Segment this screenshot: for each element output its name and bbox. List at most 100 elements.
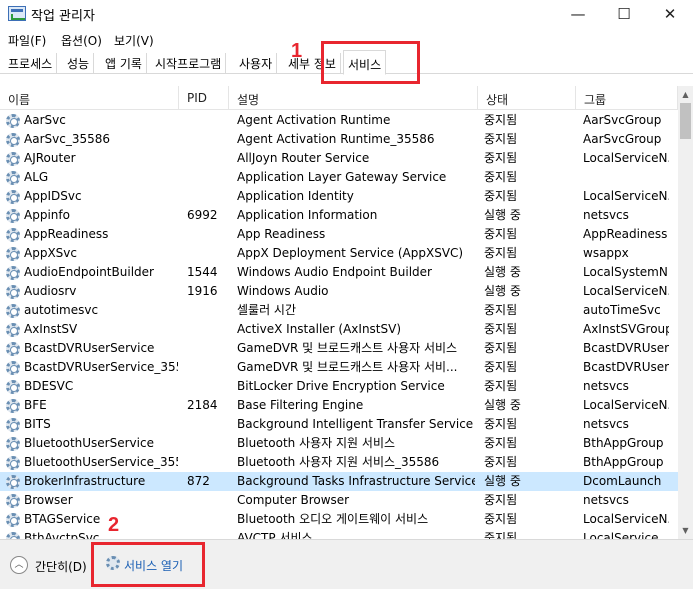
- scroll-up-icon[interactable]: ▲: [678, 86, 693, 103]
- service-name: BluetoothUserService_35586: [24, 455, 178, 469]
- scroll-thumb[interactable]: [680, 103, 691, 139]
- service-gear-icon: [6, 361, 20, 375]
- service-gear-icon: [6, 342, 20, 356]
- service-description: Agent Activation Runtime_35586: [237, 132, 435, 146]
- service-row[interactable]: AarSvc_35586 Agent Activation Runtime_355…: [0, 130, 678, 149]
- service-status: 실행 중: [484, 208, 521, 222]
- service-name: AarSvc_35586: [24, 132, 110, 146]
- service-pid: 872: [187, 474, 210, 488]
- service-row[interactable]: AudioEndpointBuilder 1544 Windows Audio En…: [0, 263, 678, 282]
- chevron-up-icon[interactable]: ︿: [10, 556, 28, 574]
- service-row[interactable]: BrokerInfrastructure 872 Background Tasks …: [0, 472, 678, 491]
- service-status: 중지됨: [484, 189, 518, 203]
- service-group: AarSvcGroup: [583, 113, 662, 127]
- service-row[interactable]: AxInstSV ActiveX Installer (AxInstSV) 중지됨 A…: [0, 320, 678, 339]
- service-row[interactable]: Audiosrv 1916 Windows Audio 실행 중 LocalServic…: [0, 282, 678, 301]
- services-list: ^ 이름 PID 설명 상태 그룹 AarSvc Agent Activation…: [0, 86, 693, 539]
- service-description: AppX Deployment Service (AppXSVC): [237, 246, 464, 260]
- service-group: LocalSystemN...: [583, 265, 669, 279]
- service-name: AxInstSV: [24, 322, 78, 336]
- window-title: 작업 관리자: [31, 9, 95, 24]
- service-row[interactable]: AppIDSvc Application Identity 중지됨 LocalServ…: [0, 187, 678, 206]
- tab-performance[interactable]: 성능: [63, 53, 95, 74]
- service-group: BthAppGroup: [583, 436, 664, 450]
- service-status: 중지됨: [484, 303, 518, 317]
- service-row[interactable]: AarSvc Agent Activation Runtime 중지됨 AarSvcG…: [0, 111, 678, 130]
- tab-processes[interactable]: 프로세스: [4, 53, 58, 74]
- service-status: 중지됨: [484, 246, 518, 260]
- service-name: autotimesvc: [24, 303, 99, 317]
- service-status: 실행 중: [484, 474, 521, 488]
- service-status: 중지됨: [484, 360, 518, 374]
- service-pid: [187, 130, 231, 149]
- service-pid: [187, 358, 231, 377]
- service-pid: 2184: [187, 398, 218, 412]
- service-row[interactable]: AppReadiness App Readiness 중지됨 AppReadiness: [0, 225, 678, 244]
- close-button[interactable]: ✕: [647, 0, 693, 28]
- service-row[interactable]: AJRouter AllJoyn Router Service 중지됨 LocalSe…: [0, 149, 678, 168]
- service-row[interactable]: Appinfo 6992 Application Information 실행 중 ne…: [0, 206, 678, 225]
- service-row[interactable]: BTAGService Bluetooth 오디오 게이트웨이 서비스 중지됨 Loc…: [0, 510, 678, 529]
- service-pid: [187, 529, 231, 539]
- service-name: BFE: [24, 398, 47, 412]
- service-row[interactable]: BITS Background Intelligent Transfer Serv…: [0, 415, 678, 434]
- column-header-status[interactable]: 상태: [478, 86, 576, 110]
- service-gear-icon: [6, 513, 20, 527]
- service-group: BthAppGroup: [583, 455, 664, 469]
- service-gear-icon: [6, 190, 20, 204]
- tab-users[interactable]: 사용자: [235, 53, 278, 74]
- service-gear-icon: [6, 209, 20, 223]
- service-description: AVCTP 서비스: [237, 531, 313, 539]
- menu-file[interactable]: 파일(F): [8, 32, 46, 49]
- service-row[interactable]: BcastDVRUserService_35586 GameDVR 및 브로드캐스…: [0, 358, 678, 377]
- service-pid: [187, 320, 231, 339]
- tab-app-history[interactable]: 앱 기록: [101, 53, 147, 74]
- menu-options[interactable]: 옵션(O): [61, 32, 102, 49]
- service-name: AppReadiness: [24, 227, 109, 241]
- service-pid: [187, 453, 231, 472]
- service-gear-icon: [6, 475, 20, 489]
- service-description: App Readiness: [237, 227, 326, 241]
- service-group: BcastDVRUser...: [583, 360, 669, 374]
- maximize-button[interactable]: ☐: [601, 0, 647, 28]
- service-row[interactable]: BluetoothUserService Bluetooth 사용자 지원 서비스…: [0, 434, 678, 453]
- service-status: 실행 중: [484, 265, 521, 279]
- fewer-details-button[interactable]: 간단히(D): [35, 558, 87, 575]
- service-group: [583, 168, 669, 187]
- minimize-button[interactable]: —: [555, 0, 601, 28]
- close-icon: ✕: [663, 5, 677, 23]
- service-status: 실행 중: [484, 284, 521, 298]
- service-description: Computer Browser: [237, 493, 350, 507]
- service-row[interactable]: AppXSvc AppX Deployment Service (AppXSVC)…: [0, 244, 678, 263]
- menu-view[interactable]: 보기(V): [114, 32, 154, 49]
- service-row[interactable]: BFE 2184 Base Filtering Engine 실행 중 LocalSer…: [0, 396, 678, 415]
- annotation-number-2: 2: [108, 514, 120, 536]
- service-row[interactable]: ALG Application Layer Gateway Service 중지됨: [0, 168, 678, 187]
- column-header-name[interactable]: ^ 이름: [0, 86, 179, 110]
- tab-startup[interactable]: 시작프로그램: [151, 53, 227, 74]
- service-description: BitLocker Drive Encryption Service: [237, 379, 445, 393]
- column-header-group[interactable]: 그룹: [576, 86, 678, 110]
- service-gear-icon: [6, 266, 20, 280]
- column-header-description[interactable]: 설명: [229, 86, 478, 110]
- service-row[interactable]: autotimesvc 셀룰러 시간 중지됨 autoTimeSvc: [0, 301, 678, 320]
- service-row[interactable]: BthAvctpSvc AVCTP 서비스 중지됨 LocalService...: [0, 529, 678, 539]
- service-pid: [187, 377, 231, 396]
- service-row[interactable]: Browser Computer Browser 중지됨 netsvcs: [0, 491, 678, 510]
- scroll-down-icon[interactable]: ▼: [678, 522, 693, 539]
- service-group: wsappx: [583, 246, 629, 260]
- service-row[interactable]: BcastDVRUserService GameDVR 및 브로드캐스트 사용자 …: [0, 339, 678, 358]
- service-row[interactable]: BDESVC BitLocker Drive Encryption Service…: [0, 377, 678, 396]
- service-description: Windows Audio Endpoint Builder: [237, 265, 432, 279]
- column-header-pid[interactable]: PID: [179, 86, 229, 110]
- service-pid: [187, 491, 231, 510]
- service-rows: AarSvc Agent Activation Runtime 중지됨 AarSvcG…: [0, 111, 678, 539]
- service-gear-icon: [6, 323, 20, 337]
- service-name: BITS: [24, 417, 51, 431]
- service-name: AarSvc: [24, 113, 66, 127]
- vertical-scrollbar[interactable]: ▲ ▼: [678, 86, 693, 539]
- service-group: netsvcs: [583, 493, 629, 507]
- service-pid: [187, 225, 231, 244]
- service-gear-icon: [6, 494, 20, 508]
- service-row[interactable]: BluetoothUserService_35586 Bluetooth 사용자 …: [0, 453, 678, 472]
